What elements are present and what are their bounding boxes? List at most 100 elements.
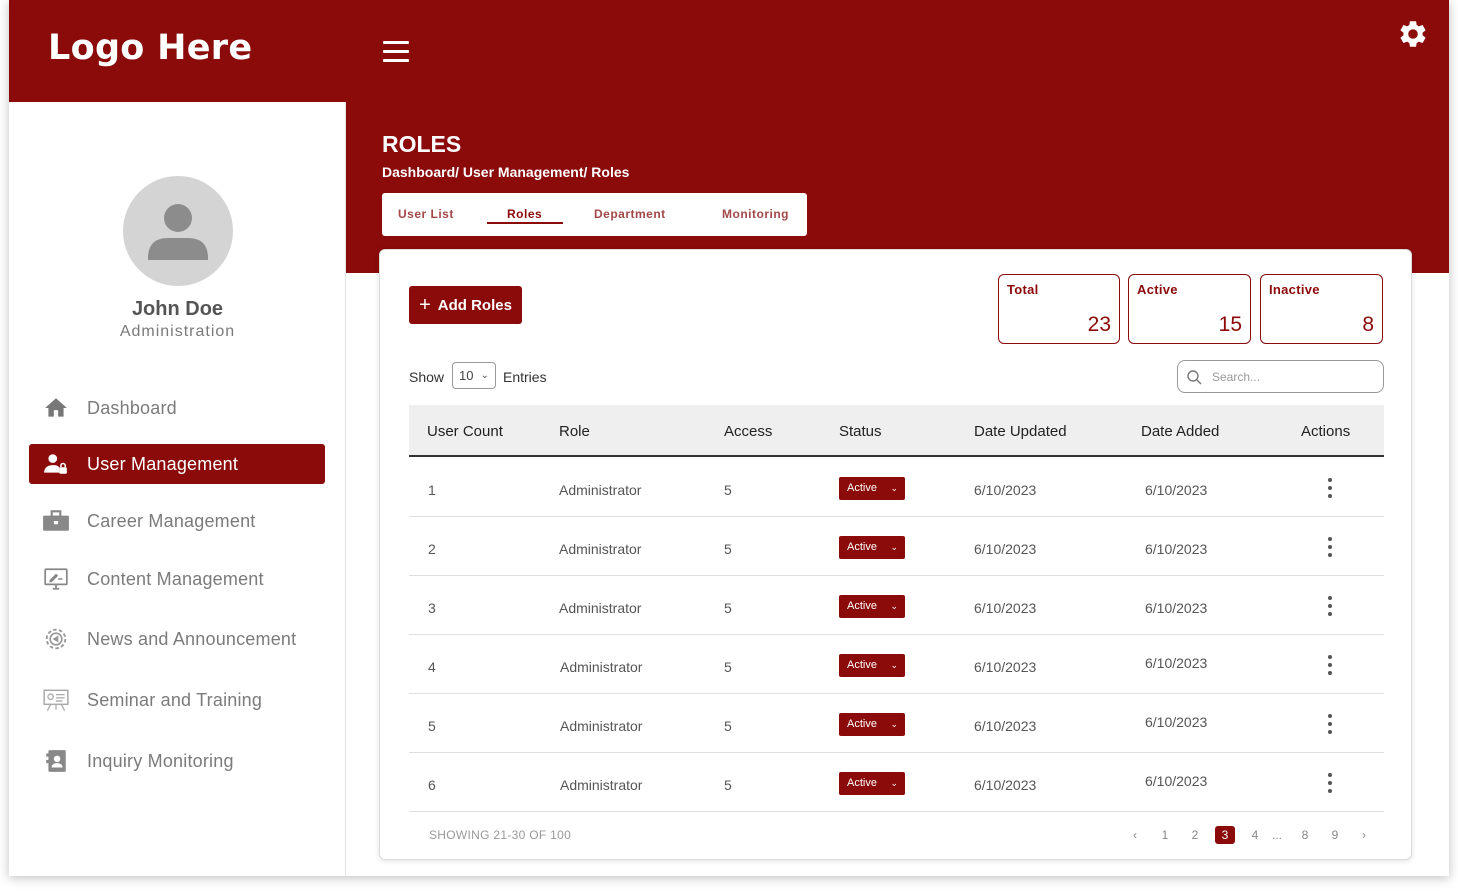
cell-date-updated: 6/10/2023 bbox=[974, 600, 1037, 616]
cell-date-updated: 6/10/2023 bbox=[974, 777, 1037, 793]
status-dropdown[interactable]: Active ⌄ bbox=[839, 595, 905, 618]
page-number[interactable]: 2 bbox=[1185, 826, 1205, 844]
chevron-down-icon: ⌄ bbox=[890, 601, 898, 611]
cell-date-added: 6/10/2023 bbox=[1145, 714, 1208, 730]
monitor-edit-icon bbox=[42, 565, 70, 593]
status-label: Active bbox=[847, 541, 877, 553]
user-avatar-icon bbox=[148, 204, 208, 260]
status-label: Active bbox=[847, 718, 877, 730]
tab-department[interactable]: Department bbox=[594, 207, 666, 221]
sidebar-item-news-and-announcement[interactable]: News and Announcement bbox=[29, 619, 325, 659]
cell-user-count: 1 bbox=[428, 482, 436, 498]
page-number[interactable]: 4 bbox=[1245, 826, 1265, 844]
sidebar-item-label: News and Announcement bbox=[87, 628, 297, 649]
table-row[interactable]: 1 Administrator 5 Active ⌄ 6/10/2023 6/10… bbox=[409, 458, 1384, 517]
status-dropdown[interactable]: Active ⌄ bbox=[839, 654, 905, 677]
column-header[interactable]: Date Added bbox=[1141, 423, 1219, 440]
stat-value: 8 bbox=[1362, 313, 1374, 336]
status-dropdown[interactable]: Active ⌄ bbox=[839, 772, 905, 795]
entries-select[interactable]: 10 ⌄ bbox=[452, 362, 496, 389]
active-tab-indicator bbox=[487, 222, 563, 224]
add-roles-label: Add Roles bbox=[437, 296, 512, 314]
more-actions-icon[interactable] bbox=[1323, 655, 1337, 675]
cell-role: Administrator bbox=[559, 482, 642, 498]
cell-access: 5 bbox=[724, 482, 732, 498]
column-header[interactable]: User Count bbox=[427, 423, 503, 440]
more-actions-icon[interactable] bbox=[1323, 478, 1337, 498]
avatar[interactable] bbox=[123, 176, 233, 286]
sidebar-item-inquiry-monitoring[interactable]: Inquiry Monitoring bbox=[29, 741, 325, 781]
pagination-info: SHOWING 21-30 OF 100 bbox=[429, 828, 572, 842]
stat-value: 23 bbox=[1087, 313, 1111, 336]
table-row[interactable]: 2 Administrator 5 Active ⌄ 6/10/2023 6/10… bbox=[409, 517, 1384, 576]
briefcase-icon bbox=[42, 507, 70, 535]
sidebar: John Doe Administration Dashboard User M… bbox=[9, 102, 346, 876]
user-role: Administration bbox=[119, 323, 236, 340]
column-header[interactable]: Date Updated bbox=[974, 423, 1067, 440]
prev-page-icon[interactable]: ‹ bbox=[1125, 826, 1145, 844]
show-label: Show bbox=[409, 369, 445, 385]
breadcrumb[interactable]: Dashboard/ User Management/ Roles bbox=[382, 164, 629, 180]
page-number[interactable]: 1 bbox=[1155, 826, 1175, 844]
hamburger-icon[interactable] bbox=[383, 40, 409, 64]
search-input[interactable] bbox=[1212, 368, 1372, 386]
tab-monitoring[interactable]: Monitoring bbox=[722, 207, 789, 221]
plus-icon: + bbox=[419, 294, 431, 316]
entries-label: Entries bbox=[503, 369, 547, 385]
sidebar-item-seminar-and-training[interactable]: Seminar and Training bbox=[29, 680, 325, 720]
stat-inactive: Inactive 8 bbox=[1260, 274, 1383, 344]
column-header[interactable]: Status bbox=[839, 423, 882, 440]
more-actions-icon[interactable] bbox=[1323, 596, 1337, 616]
stat-label: Inactive bbox=[1269, 282, 1320, 297]
contact-book-icon bbox=[42, 747, 70, 775]
stat-label: Total bbox=[1007, 282, 1039, 297]
cell-date-updated: 6/10/2023 bbox=[974, 659, 1037, 675]
status-dropdown[interactable]: Active ⌄ bbox=[839, 477, 905, 500]
cell-date-added: 6/10/2023 bbox=[1145, 482, 1208, 498]
table-row[interactable]: 3 Administrator 5 Active ⌄ 6/10/2023 6/10… bbox=[409, 576, 1384, 635]
search-box bbox=[1177, 360, 1384, 393]
sidebar-item-career-management[interactable]: Career Management bbox=[29, 501, 325, 541]
more-actions-icon[interactable] bbox=[1323, 714, 1337, 734]
stat-active: Active 15 bbox=[1128, 274, 1251, 344]
chevron-down-icon: ⌄ bbox=[890, 660, 898, 670]
page-number[interactable]: 9 bbox=[1325, 826, 1345, 844]
column-header: Actions bbox=[1301, 423, 1351, 440]
add-roles-button[interactable]: + Add Roles bbox=[409, 286, 522, 324]
table-row[interactable]: 4 Administrator 5 Active ⌄ 6/10/2023 6/10… bbox=[409, 635, 1384, 694]
sidebar-item-dashboard[interactable]: Dashboard bbox=[29, 388, 325, 428]
sidebar-item-content-management[interactable]: Content Management bbox=[29, 559, 325, 599]
sidebar-item-label: Inquiry Monitoring bbox=[87, 750, 234, 771]
stat-total: Total 23 bbox=[998, 274, 1120, 344]
cell-role: Administrator bbox=[560, 718, 643, 734]
column-header[interactable]: Access bbox=[724, 423, 772, 440]
current-page[interactable]: 3 bbox=[1215, 826, 1235, 844]
cell-date-added: 6/10/2023 bbox=[1145, 773, 1208, 789]
table-row[interactable]: 5 Administrator 5 Active ⌄ 6/10/2023 6/10… bbox=[409, 694, 1384, 753]
page-title: ROLES bbox=[382, 131, 462, 157]
status-dropdown[interactable]: Active ⌄ bbox=[839, 536, 905, 559]
column-header[interactable]: Role bbox=[559, 423, 590, 440]
gear-icon[interactable] bbox=[1397, 18, 1429, 50]
sidebar-item-label: Dashboard bbox=[87, 397, 177, 418]
cell-role: Administrator bbox=[559, 541, 642, 557]
stat-value: 15 bbox=[1218, 313, 1242, 336]
status-dropdown[interactable]: Active ⌄ bbox=[839, 713, 905, 736]
page-number[interactable]: 8 bbox=[1295, 826, 1315, 844]
status-label: Active bbox=[847, 659, 877, 671]
table-row[interactable]: 6 Administrator 5 Active ⌄ 6/10/2023 6/10… bbox=[409, 753, 1384, 812]
cell-date-updated: 6/10/2023 bbox=[974, 482, 1037, 498]
more-actions-icon[interactable] bbox=[1323, 773, 1337, 793]
stat-label: Active bbox=[1137, 282, 1178, 297]
next-page-icon[interactable]: › bbox=[1354, 826, 1374, 844]
cell-access: 5 bbox=[724, 541, 732, 557]
more-actions-icon[interactable] bbox=[1323, 537, 1337, 557]
presentation-board-icon bbox=[42, 686, 70, 714]
chevron-down-icon: ⌄ bbox=[480, 370, 489, 381]
tab-roles[interactable]: Roles bbox=[507, 207, 542, 221]
sidebar-item-user-management[interactable]: User Management bbox=[29, 444, 325, 484]
tab-user-list[interactable]: User List bbox=[398, 207, 454, 221]
cell-user-count: 5 bbox=[428, 718, 436, 734]
cell-role: Administrator bbox=[560, 777, 643, 793]
cell-role: Administrator bbox=[560, 659, 643, 675]
